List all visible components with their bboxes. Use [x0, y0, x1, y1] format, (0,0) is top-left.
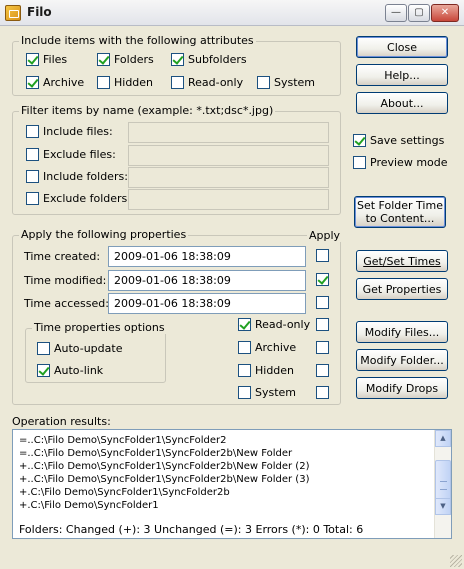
time-options-legend: Time properties options: [32, 321, 167, 334]
checkbox-box[interactable]: [257, 76, 270, 89]
checkbox-box[interactable]: [353, 156, 366, 169]
attr-archive-checkbox[interactable]: Archive: [26, 76, 84, 89]
prop-hidden-checkbox[interactable]: Hidden: [238, 364, 294, 377]
results-scrollbar[interactable]: ▲ ▼: [434, 430, 451, 538]
scroll-down-icon[interactable]: ▼: [435, 498, 451, 515]
operation-results-box[interactable]: =..C:\Filo Demo\SyncFolder1\SyncFolder2 …: [12, 429, 452, 539]
time-modified-label: Time modified:: [24, 274, 107, 287]
get-set-times-button[interactable]: Get/Set Times: [356, 250, 448, 272]
apply-header: Apply: [307, 229, 343, 242]
checkbox-box[interactable]: [316, 386, 329, 399]
preview-mode-checkbox[interactable]: Preview mode: [353, 156, 448, 169]
checkbox-box[interactable]: [26, 76, 39, 89]
operation-results-label: Operation results:: [12, 415, 111, 428]
checkbox-box[interactable]: [171, 76, 184, 89]
attr-folders-checkbox[interactable]: Folders: [97, 53, 154, 66]
apply-readonly-checkbox[interactable]: [316, 318, 329, 331]
time-modified-input[interactable]: 2009-01-06 18:38:09: [108, 270, 306, 291]
auto-update-checkbox[interactable]: Auto-update: [37, 342, 122, 355]
set-folder-time-line1: Set Folder Time: [357, 199, 443, 212]
checkbox-box[interactable]: [353, 134, 366, 147]
checkbox-box[interactable]: [37, 342, 50, 355]
modify-files-button[interactable]: Modify Files...: [356, 321, 448, 343]
exclude-folders-checkbox[interactable]: Exclude folders:: [26, 192, 131, 205]
attr-subfolders-checkbox[interactable]: Subfolders: [171, 53, 247, 66]
apply-archive-checkbox[interactable]: [316, 341, 329, 354]
attr-readonly-checkbox[interactable]: Read-only: [171, 76, 243, 89]
attributes-group-legend: Include items with the following attribu…: [19, 34, 256, 47]
checkbox-box[interactable]: [26, 148, 39, 161]
scroll-up-icon[interactable]: ▲: [435, 430, 451, 447]
checkbox-box[interactable]: [316, 341, 329, 354]
auto-link-checkbox[interactable]: Auto-link: [37, 364, 103, 377]
modify-folder-button[interactable]: Modify Folder...: [356, 349, 448, 371]
checkbox-box[interactable]: [97, 53, 110, 66]
apply-time-created-checkbox[interactable]: [316, 249, 329, 262]
checkbox-box[interactable]: [316, 249, 329, 262]
exclude-files-input[interactable]: [128, 145, 329, 166]
result-line: +.C:\Filo Demo\SyncFolder1\SyncFolder2b: [19, 487, 230, 498]
exclude-files-checkbox[interactable]: Exclude files:: [26, 148, 116, 161]
apply-hidden-checkbox[interactable]: [316, 364, 329, 377]
apply-time-modified-checkbox[interactable]: [316, 273, 329, 286]
get-properties-button[interactable]: Get Properties: [356, 278, 448, 300]
result-line: =..C:\Filo Demo\SyncFolder1\SyncFolder2b…: [19, 448, 293, 459]
filo-window: Filo — ▢ ✕ Include items with the follow…: [0, 0, 464, 569]
apply-time-accessed-checkbox[interactable]: [316, 296, 329, 309]
checkbox-box[interactable]: [316, 318, 329, 331]
checkbox-box[interactable]: [238, 318, 251, 331]
checkbox-box[interactable]: [316, 364, 329, 377]
close-window-button[interactable]: ✕: [431, 4, 459, 22]
time-created-input[interactable]: 2009-01-06 18:38:09: [108, 246, 306, 267]
prop-readonly-checkbox[interactable]: Read-only: [238, 318, 310, 331]
checkbox-box[interactable]: [316, 273, 329, 286]
checkbox-box[interactable]: [97, 76, 110, 89]
help-button[interactable]: Help...: [356, 64, 448, 86]
checkbox-box[interactable]: [238, 341, 251, 354]
attr-hidden-checkbox[interactable]: Hidden: [97, 76, 153, 89]
checkbox-box[interactable]: [26, 170, 39, 183]
about-button[interactable]: About...: [356, 92, 448, 114]
checkbox-box[interactable]: [26, 125, 39, 138]
window-title: Filo: [27, 5, 52, 19]
results-summary: Folders: Changed (+): 3 Unchanged (=): 3…: [19, 523, 364, 536]
result-line: +.C:\Filo Demo\SyncFolder1: [19, 500, 159, 511]
checkbox-box[interactable]: [26, 192, 39, 205]
set-folder-time-line2: to Content...: [365, 212, 435, 225]
checkbox-box[interactable]: [171, 53, 184, 66]
include-folders-input[interactable]: [128, 167, 329, 188]
checkbox-box[interactable]: [238, 364, 251, 377]
attr-files-checkbox[interactable]: Files: [26, 53, 67, 66]
maximize-button[interactable]: ▢: [408, 4, 430, 22]
exclude-folders-input[interactable]: [128, 189, 329, 210]
resize-grip-icon[interactable]: [450, 555, 462, 567]
prop-system-checkbox[interactable]: System: [238, 386, 296, 399]
modify-drops-button[interactable]: Modify Drops: [356, 377, 448, 399]
result-line: +..C:\Filo Demo\SyncFolder1\SyncFolder2b…: [19, 461, 310, 472]
filter-group-legend: Filter items by name (example: *.txt;dsc…: [19, 104, 276, 117]
include-folders-checkbox[interactable]: Include folders:: [26, 170, 128, 183]
close-button[interactable]: Close: [356, 36, 448, 58]
properties-group-legend: Apply the following properties: [19, 228, 189, 241]
time-accessed-input[interactable]: 2009-01-06 18:38:09: [108, 293, 306, 314]
result-line: +..C:\Filo Demo\SyncFolder1\SyncFolder2b…: [19, 474, 310, 485]
include-files-checkbox[interactable]: Include files:: [26, 125, 113, 138]
apply-system-checkbox[interactable]: [316, 386, 329, 399]
minimize-button[interactable]: —: [385, 4, 407, 22]
include-files-input[interactable]: [128, 122, 329, 143]
title-bar[interactable]: Filo — ▢ ✕: [0, 0, 464, 26]
prop-archive-checkbox[interactable]: Archive: [238, 341, 296, 354]
result-line: =..C:\Filo Demo\SyncFolder1\SyncFolder2: [19, 435, 227, 446]
time-accessed-label: Time accessed:: [24, 297, 109, 310]
save-settings-checkbox[interactable]: Save settings: [353, 134, 444, 147]
checkbox-box[interactable]: [238, 386, 251, 399]
attr-system-checkbox[interactable]: System: [257, 76, 315, 89]
checkbox-box[interactable]: [26, 53, 39, 66]
set-folder-time-button[interactable]: Set Folder Time to Content...: [354, 196, 446, 228]
time-created-label: Time created:: [24, 250, 101, 263]
checkbox-box[interactable]: [316, 296, 329, 309]
checkbox-box[interactable]: [37, 364, 50, 377]
app-icon: [5, 5, 21, 21]
